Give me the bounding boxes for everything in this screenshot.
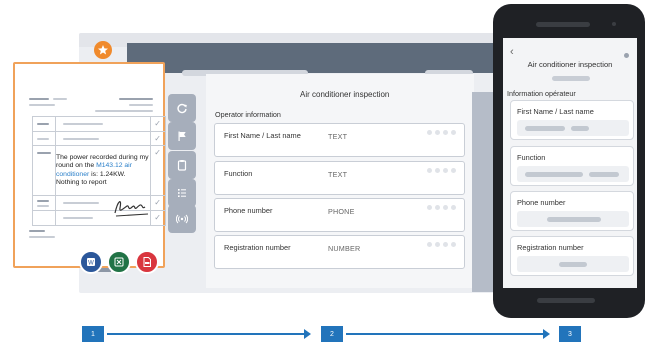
step-badge-2: 2 bbox=[321, 326, 343, 342]
field-options-icon[interactable] bbox=[427, 205, 456, 210]
app-header-bar bbox=[127, 43, 531, 73]
flag-icon[interactable] bbox=[168, 122, 196, 150]
field-label: Registration number bbox=[224, 243, 291, 252]
svg-text:W: W bbox=[88, 260, 94, 266]
check-icon: ✓ bbox=[154, 119, 161, 128]
form-title: Air conditioner inspection bbox=[300, 90, 390, 99]
radio-signal-icon[interactable] bbox=[168, 205, 196, 233]
excel-icon[interactable] bbox=[107, 250, 131, 274]
text-line bbox=[129, 104, 153, 106]
mobile-text-input[interactable] bbox=[517, 166, 629, 182]
step-arrow bbox=[107, 330, 311, 338]
table-row: ✓ bbox=[33, 117, 165, 132]
back-chevron-icon[interactable]: ‹ bbox=[510, 46, 514, 58]
field-type: PHONE bbox=[328, 207, 355, 216]
field-type: TEXT bbox=[328, 132, 348, 141]
mobile-field-first-last-name[interactable]: First Name / Last name bbox=[510, 100, 634, 140]
table-row: ✓ bbox=[33, 132, 165, 146]
status-dot-icon bbox=[624, 53, 629, 58]
field-type: NUMBER bbox=[328, 244, 361, 253]
clipboard-icon[interactable] bbox=[168, 151, 196, 179]
field-type: TEXT bbox=[328, 170, 348, 179]
mobile-field-function[interactable]: Function bbox=[510, 146, 634, 186]
app-logo-icon[interactable] bbox=[94, 41, 112, 59]
text-line bbox=[119, 98, 153, 100]
mobile-field-registration-number[interactable]: Registration number bbox=[510, 236, 634, 276]
phone-speaker bbox=[536, 22, 590, 27]
mobile-text-input[interactable] bbox=[517, 256, 629, 272]
subtitle-placeholder bbox=[552, 76, 590, 81]
section-title: Operator information bbox=[215, 110, 281, 119]
field-registration-number[interactable]: Registration number NUMBER bbox=[214, 235, 465, 269]
text-line bbox=[53, 98, 67, 100]
check-icon: ✓ bbox=[154, 198, 161, 207]
mobile-field-label: Function bbox=[517, 153, 546, 162]
text-line bbox=[95, 110, 153, 112]
mobile-field-label: First Name / Last name bbox=[517, 107, 594, 116]
field-first-last-name[interactable]: First Name / Last name TEXT bbox=[214, 123, 465, 157]
text-line bbox=[29, 230, 45, 232]
mobile-text-input[interactable] bbox=[517, 211, 629, 227]
mobile-field-label: Phone number bbox=[517, 198, 566, 207]
signature-icon bbox=[114, 201, 149, 217]
mobile-field-label: Registration number bbox=[517, 243, 584, 252]
generated-report-document: ✓ ✓ ✓ ✓ ✓ The power recorded during my r… bbox=[13, 62, 166, 268]
step-badge-3: 3 bbox=[559, 326, 581, 342]
field-phone-number[interactable]: Phone number PHONE bbox=[214, 198, 465, 232]
text-line bbox=[29, 236, 55, 238]
phone-camera bbox=[612, 22, 616, 26]
field-options-icon[interactable] bbox=[427, 168, 456, 173]
mobile-text-input[interactable] bbox=[517, 120, 629, 136]
checklist-icon[interactable] bbox=[168, 179, 196, 207]
refresh-icon[interactable] bbox=[168, 94, 196, 122]
step-arrow bbox=[346, 330, 550, 338]
check-icon: ✓ bbox=[154, 134, 161, 143]
mobile-section-title: Information opérateur bbox=[507, 89, 576, 98]
field-label: First Name / Last name bbox=[224, 131, 301, 140]
report-note: The power recorded during my round on th… bbox=[56, 154, 149, 186]
field-function[interactable]: Function TEXT bbox=[214, 161, 465, 195]
field-options-icon[interactable] bbox=[427, 130, 456, 135]
word-icon[interactable]: W bbox=[79, 250, 103, 274]
mobile-field-phone-number[interactable]: Phone number bbox=[510, 191, 634, 231]
field-options-icon[interactable] bbox=[427, 242, 456, 247]
mobile-form-title: Air conditioner inspection bbox=[527, 60, 613, 69]
step-badge-1: 1 bbox=[82, 326, 104, 342]
text-line bbox=[29, 98, 49, 100]
check-icon: ✓ bbox=[154, 213, 161, 222]
pdf-icon[interactable] bbox=[135, 250, 159, 274]
field-label: Function bbox=[224, 169, 253, 178]
text-line bbox=[29, 104, 55, 106]
phone-home-bar bbox=[537, 298, 595, 303]
field-label: Phone number bbox=[224, 206, 273, 215]
